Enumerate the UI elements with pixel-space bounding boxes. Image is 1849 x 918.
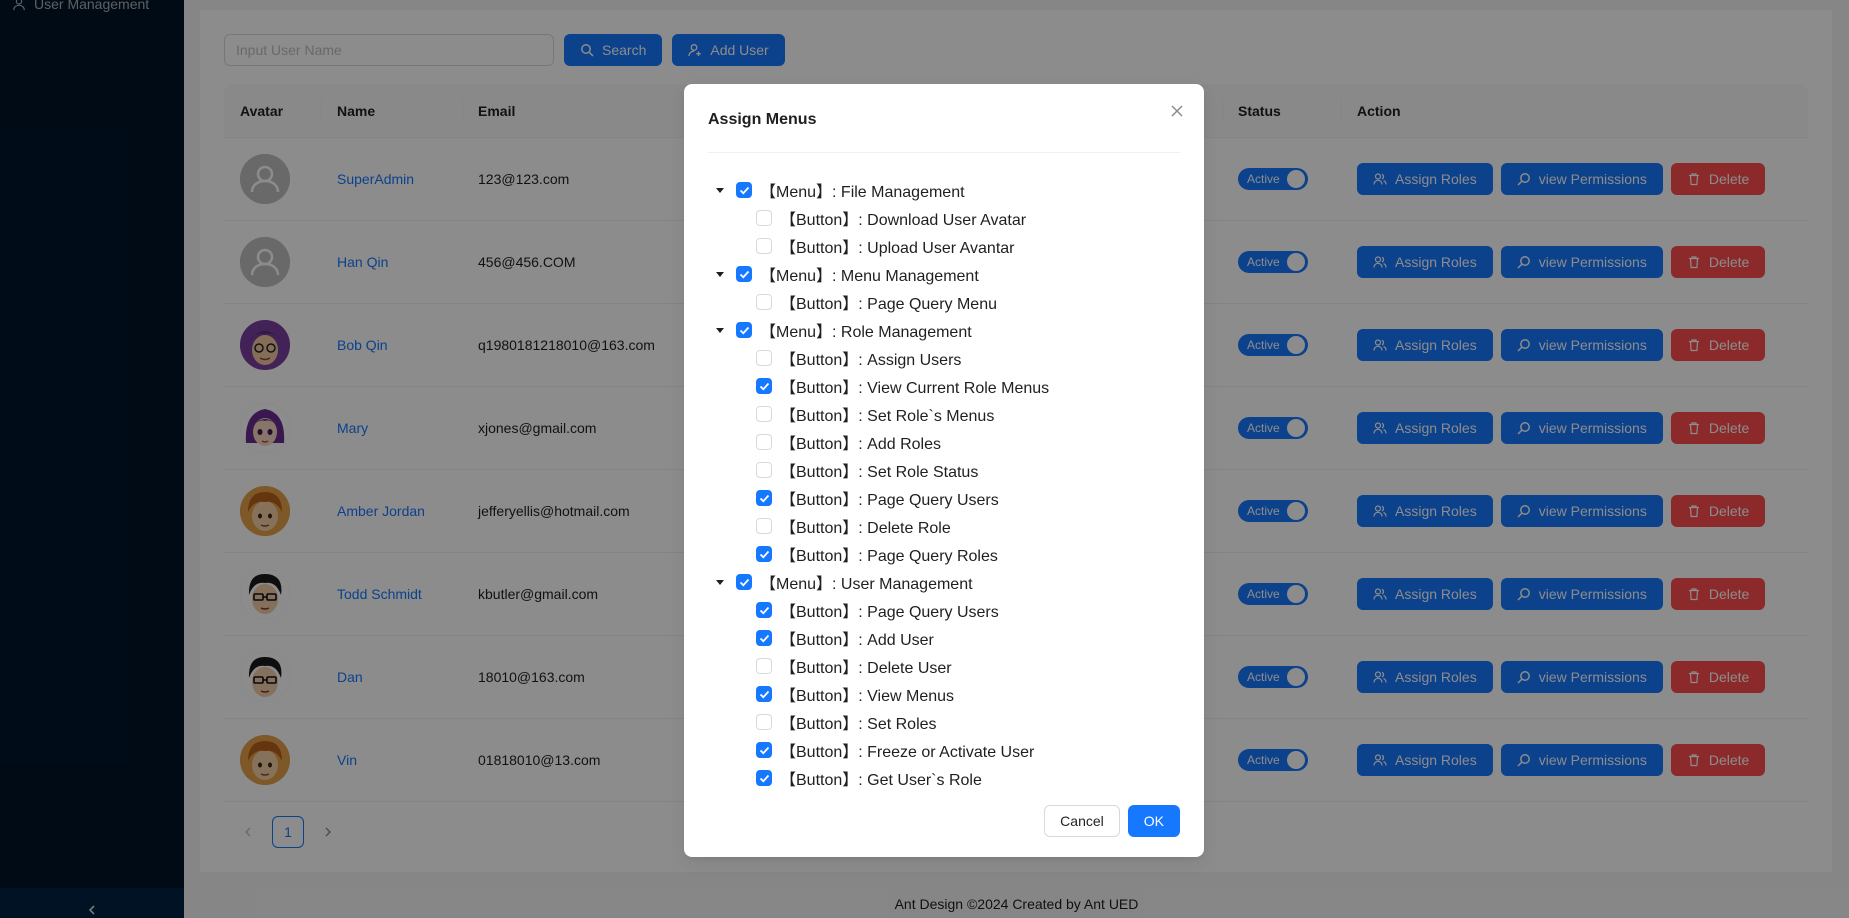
tree-node-menu[interactable]: 【Menu】: Menu Management: [708, 260, 1180, 288]
menu-tree: 【Menu】: File Management 【Button】: Downloa…: [708, 176, 1180, 792]
tree-checkbox[interactable]: [756, 294, 772, 310]
tree-checkbox[interactable]: [756, 378, 772, 394]
close-icon: [1171, 105, 1183, 117]
tree-node-button[interactable]: 【Button】: Set Roles: [708, 708, 1180, 736]
modal-divider: [708, 152, 1180, 153]
tree-checkbox[interactable]: [736, 266, 752, 282]
tree-node-title[interactable]: 【Menu】: User Management: [760, 570, 973, 594]
caret-down-icon[interactable]: [712, 322, 728, 338]
tree-checkbox[interactable]: [756, 406, 772, 422]
tree-node-title[interactable]: 【Button】: Page Query Users: [780, 598, 999, 622]
tree-node-title[interactable]: 【Button】: Get User`s Role: [780, 766, 982, 790]
modal-title: Assign Menus: [708, 111, 817, 128]
tree-node-button[interactable]: 【Button】: Get User`s Role: [708, 764, 1180, 792]
tree-node-button[interactable]: 【Button】: Page Query Menu: [708, 288, 1180, 316]
tree-node-title[interactable]: 【Button】: Set Role`s Menus: [780, 402, 994, 426]
tree-node-menu[interactable]: 【Menu】: Role Management: [708, 316, 1180, 344]
tree-checkbox[interactable]: [756, 238, 772, 254]
tree-node-button[interactable]: 【Button】: Set Role`s Menus: [708, 400, 1180, 428]
tree-node-title[interactable]: 【Menu】: File Management: [760, 178, 965, 202]
caret-down-icon[interactable]: [712, 574, 728, 590]
tree-node-menu[interactable]: 【Menu】: File Management: [708, 176, 1180, 204]
tree-node-title[interactable]: 【Button】: Page Query Roles: [780, 542, 998, 566]
tree-node-title[interactable]: 【Button】: Set Roles: [780, 710, 937, 734]
tree-node-title[interactable]: 【Button】: Page Query Menu: [780, 290, 997, 314]
tree-node-button[interactable]: 【Button】: Add User: [708, 624, 1180, 652]
tree-node-button[interactable]: 【Button】: Freeze or Activate User: [708, 736, 1180, 764]
tree-checkbox[interactable]: [756, 210, 772, 226]
tree-node-button[interactable]: 【Button】: Page Query Users: [708, 596, 1180, 624]
modal-footer: Cancel OK: [1044, 805, 1180, 837]
tree-node-button[interactable]: 【Button】: Add Roles: [708, 428, 1180, 456]
tree-checkbox[interactable]: [756, 770, 772, 786]
tree-checkbox[interactable]: [756, 546, 772, 562]
tree-node-title[interactable]: 【Button】: Assign Users: [780, 346, 961, 370]
tree-node-button[interactable]: 【Button】: Assign Users: [708, 344, 1180, 372]
tree-node-title[interactable]: 【Menu】: Menu Management: [760, 262, 979, 286]
tree-node-title[interactable]: 【Button】: Add User: [780, 626, 934, 650]
tree-checkbox[interactable]: [756, 518, 772, 534]
caret-down-icon[interactable]: [712, 182, 728, 198]
tree-node-button[interactable]: 【Button】: View Menus: [708, 680, 1180, 708]
tree-node-title[interactable]: 【Button】: View Current Role Menus: [780, 374, 1049, 398]
tree-checkbox[interactable]: [736, 574, 752, 590]
tree-checkbox[interactable]: [756, 602, 772, 618]
ok-button[interactable]: OK: [1127, 805, 1180, 837]
tree-node-title[interactable]: 【Button】: Add Roles: [780, 430, 941, 454]
caret-down-icon[interactable]: [712, 266, 728, 282]
tree-checkbox[interactable]: [736, 182, 752, 198]
tree-node-title[interactable]: 【Button】: Delete Role: [780, 514, 951, 538]
tree-node-button[interactable]: 【Button】: Set Role Status: [708, 456, 1180, 484]
tree-node-button[interactable]: 【Button】: Delete Role: [708, 512, 1180, 540]
tree-node-button[interactable]: 【Button】: Page Query Users: [708, 484, 1180, 512]
tree-checkbox[interactable]: [736, 322, 752, 338]
tree-node-title[interactable]: 【Button】: Download User Avatar: [780, 206, 1026, 230]
tree-node-button[interactable]: 【Button】: Delete User: [708, 652, 1180, 680]
tree-checkbox[interactable]: [756, 658, 772, 674]
tree-node-menu[interactable]: 【Menu】: User Management: [708, 568, 1180, 596]
tree-node-button[interactable]: 【Button】: Upload User Avantar: [708, 232, 1180, 260]
tree-node-button[interactable]: 【Button】: Page Query Roles: [708, 540, 1180, 568]
tree-node-title[interactable]: 【Button】: View Menus: [780, 682, 954, 706]
modal-close-button[interactable]: [1166, 100, 1188, 122]
tree-checkbox[interactable]: [756, 434, 772, 450]
cancel-button[interactable]: Cancel: [1044, 805, 1120, 837]
tree-node-title[interactable]: 【Button】: Set Role Status: [780, 458, 978, 482]
tree-checkbox[interactable]: [756, 686, 772, 702]
tree-node-button[interactable]: 【Button】: Download User Avatar: [708, 204, 1180, 232]
tree-node-title[interactable]: 【Button】: Delete User: [780, 654, 952, 678]
tree-checkbox[interactable]: [756, 742, 772, 758]
tree-checkbox[interactable]: [756, 350, 772, 366]
tree-checkbox[interactable]: [756, 714, 772, 730]
tree-node-title[interactable]: 【Button】: Page Query Users: [780, 486, 999, 510]
assign-menus-modal: Assign Menus 【Menu】: File Management 【But…: [684, 84, 1204, 857]
tree-node-button[interactable]: 【Button】: View Current Role Menus: [708, 372, 1180, 400]
tree-checkbox[interactable]: [756, 490, 772, 506]
tree-node-title[interactable]: 【Button】: Freeze or Activate User: [780, 738, 1034, 762]
tree-node-title[interactable]: 【Button】: Upload User Avantar: [780, 234, 1015, 258]
tree-node-title[interactable]: 【Menu】: Role Management: [760, 318, 972, 342]
tree-checkbox[interactable]: [756, 630, 772, 646]
tree-checkbox[interactable]: [756, 462, 772, 478]
